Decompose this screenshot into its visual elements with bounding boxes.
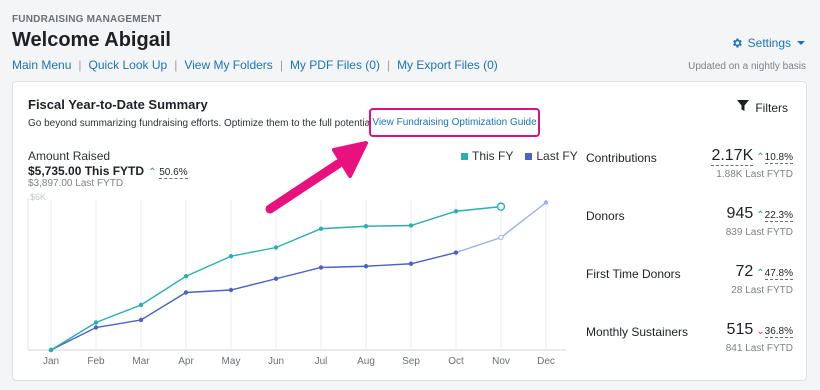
y-tick-label: $6K <box>30 192 46 202</box>
filter-icon <box>737 100 750 115</box>
metric-label: Monthly Sustainers <box>586 325 689 339</box>
x-tick-label: Aug <box>357 356 375 367</box>
data-point-last-fy <box>138 317 144 323</box>
metric-value-wrap: 945 ⌃22.3% <box>727 205 793 223</box>
data-point-this-fy <box>363 224 369 229</box>
metric-last: 839 Last FYTD <box>725 227 793 238</box>
nav-separator: | <box>174 58 178 72</box>
gear-icon <box>731 37 743 49</box>
data-point-this-fy <box>273 245 279 250</box>
arrow-down-icon: ⌄ <box>756 326 765 337</box>
data-point-last-fy <box>363 264 369 269</box>
x-tick-label: Sep <box>402 356 420 367</box>
metric-change: ⌃47.8% <box>756 268 793 280</box>
data-point-last-fy <box>273 276 279 281</box>
x-tick-label: Jul <box>315 356 328 367</box>
data-point-this-fy-current <box>496 202 506 211</box>
nav-main-menu[interactable]: Main Menu <box>12 58 71 72</box>
metric-monthly-sustainers: Monthly Sustainers 515 ⌄36.8% 841 Last F… <box>586 321 793 365</box>
metric-value-wrap: 515 ⌄36.8% <box>727 321 793 339</box>
nav-quick-look-up[interactable]: Quick Look Up <box>89 58 168 72</box>
summary-card: Fiscal Year-to-Date Summary Go beyond su… <box>12 81 807 381</box>
metric-last: 841 Last FYTD <box>725 343 793 354</box>
data-point-this-fy <box>453 209 459 214</box>
data-point-this-fy <box>408 223 414 228</box>
filters-button[interactable]: Filters <box>737 100 788 115</box>
data-point-last-fy <box>453 250 459 255</box>
x-tick-label: Apr <box>178 356 194 367</box>
nav-view-my-folders[interactable]: View My Folders <box>184 58 272 72</box>
x-tick-label: Jan <box>43 356 59 367</box>
arrow-up-icon: ⌃ <box>756 268 765 279</box>
metric-change-value: 10.8% <box>764 152 793 164</box>
metric-label: First Time Donors <box>586 267 681 281</box>
updated-note: Updated on a nightly basis <box>688 61 806 72</box>
data-point-this-fy <box>138 302 144 308</box>
arrow-up-icon: ⌃ <box>756 152 765 163</box>
metric-value-wrap: 2.17K ⌃10.8% <box>711 147 793 166</box>
metric-value: 515 <box>726 321 754 338</box>
amount-raised-chart: Jan Feb Mar Apr May Jun Jul Aug Sep Oct Nov Dec $6K <box>27 192 566 367</box>
data-point-last-fy <box>543 200 549 205</box>
app-eyebrow: FUNDRAISING MANAGEMENT <box>12 14 162 25</box>
arrow-up-icon: ⌃ <box>756 210 765 221</box>
settings-menu[interactable]: Settings <box>731 36 806 50</box>
nav-separator: | <box>386 58 391 72</box>
metric-change-value: 22.3% <box>764 210 793 222</box>
metric-change-value: 47.8% <box>764 268 793 280</box>
metric-value: 2.17K <box>711 147 754 166</box>
metric-last: 28 Last FYTD <box>731 285 793 296</box>
page-title: Welcome Abigail <box>12 29 171 51</box>
metric-change-value: 36.8% <box>764 326 793 338</box>
settings-label: Settings <box>747 36 791 50</box>
data-point-this-fy <box>48 347 54 353</box>
data-point-last-fy <box>183 290 189 295</box>
data-point-last-fy <box>93 325 99 330</box>
data-point-last-fy <box>228 287 234 293</box>
nav-separator: | <box>78 58 82 72</box>
filters-label: Filters <box>755 100 788 115</box>
data-point-last-fy <box>498 234 504 241</box>
x-tick-label: Nov <box>492 356 510 367</box>
caret-down-icon <box>796 38 806 48</box>
x-tick-label: Mar <box>132 356 150 367</box>
series-line-last-fy <box>50 251 457 351</box>
data-point-this-fy <box>183 274 189 279</box>
metric-change: ⌄36.8% <box>756 326 793 338</box>
metric-value: 945 <box>726 205 754 222</box>
metric-change: ⌃10.8% <box>756 152 793 164</box>
metric-last: 1.88K Last FYTD <box>716 169 793 180</box>
x-tick-label: May <box>222 356 241 367</box>
metric-donors: Donors 945 ⌃22.3% 839 Last FYTD <box>586 205 793 249</box>
data-point-last-fy <box>318 265 324 270</box>
nav-my-pdf-files[interactable]: My PDF Files (0) <box>290 58 380 72</box>
metric-contributions: Contributions 2.17K ⌃10.8% 1.88K Last FY… <box>586 147 793 191</box>
top-nav: Main Menu | Quick Look Up | View My Folders |… <box>12 58 498 72</box>
metric-label: Donors <box>586 209 625 223</box>
data-point-this-fy <box>318 226 324 231</box>
metric-value-wrap: 72 ⌃47.8% <box>735 263 793 281</box>
metric-change: ⌃22.3% <box>756 210 793 222</box>
nav-my-export-files[interactable]: My Export Files (0) <box>397 58 498 72</box>
metric-label: Contributions <box>586 151 657 165</box>
metric-first-time-donors: First Time Donors 72 ⌃47.8% 28 Last FYTD <box>586 263 793 307</box>
data-point-this-fy <box>228 254 234 259</box>
x-tick-label: Feb <box>87 356 105 367</box>
metric-value: 72 <box>735 263 754 280</box>
x-tick-label: Dec <box>537 356 555 367</box>
data-point-this-fy <box>93 320 99 325</box>
data-point-last-fy <box>408 261 414 266</box>
x-tick-label: Jun <box>268 356 284 367</box>
nav-separator: | <box>279 58 283 72</box>
x-tick-label: Oct <box>448 356 464 367</box>
